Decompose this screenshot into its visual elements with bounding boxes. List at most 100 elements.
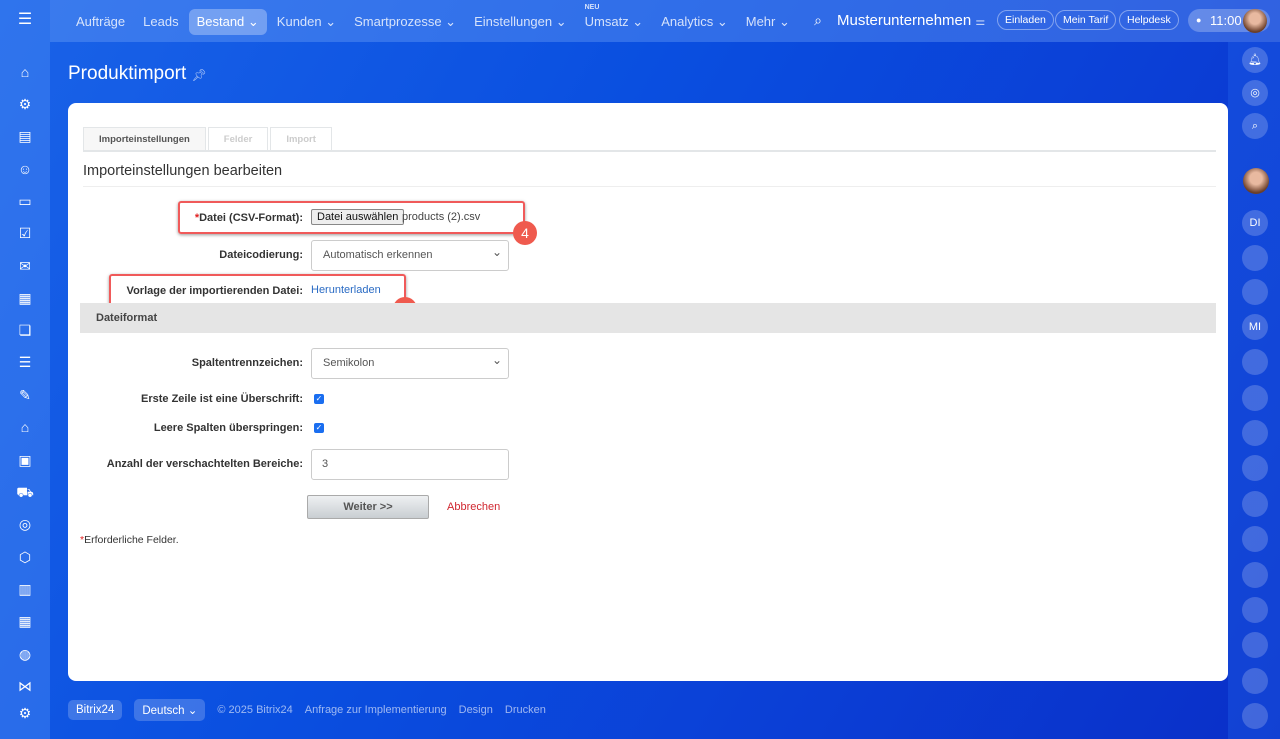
chat-item[interactable] [1242, 526, 1268, 552]
section-title: Importeinstellungen bearbeiten [83, 163, 283, 179]
search-icon[interactable]: ⌕ [806, 8, 830, 32]
bar-chart-icon[interactable]: ▥ [13, 577, 37, 601]
chat-item[interactable] [1242, 385, 1268, 411]
tab-importeinstellungen[interactable]: Importeinstellungen [83, 127, 206, 150]
skip-empty-checkbox[interactable]: ✓ [314, 423, 324, 433]
warehouse-icon[interactable]: ⌂ [13, 415, 37, 439]
encoding-select[interactable]: Automatisch erkennen [311, 238, 509, 271]
contacts-icon[interactable]: ☺ [13, 157, 37, 181]
chat-item[interactable] [1242, 597, 1268, 623]
nav-smartprozesse[interactable]: Smartprozesse ⌄ [346, 9, 464, 35]
contact-card-icon[interactable]: ▣ [13, 448, 37, 472]
menu-icon[interactable]: ☰ [13, 8, 37, 32]
chat-item[interactable] [1242, 632, 1268, 658]
pin-icon[interactable]: 📌︎ [192, 68, 207, 82]
search-chat-icon[interactable]: ⌕ [1242, 113, 1268, 139]
tab-felder[interactable]: Felder [207, 127, 269, 150]
chat-item[interactable] [1242, 279, 1268, 305]
chat-avatar[interactable] [1243, 168, 1269, 194]
tab-import[interactable]: Import [270, 127, 332, 150]
separator-select[interactable]: Semikolon [311, 346, 509, 379]
cart-icon[interactable]: ⛟ [13, 480, 37, 504]
inventory-icon[interactable]: ▭ [13, 189, 37, 213]
import-card: Importeinstellungen Felder Import Import… [68, 103, 1228, 681]
chat-item[interactable] [1242, 491, 1268, 517]
document-icon[interactable]: ▤ [13, 124, 37, 148]
new-badge: NEU [584, 4, 600, 11]
choose-file-button[interactable]: Datei auswählen [311, 209, 405, 225]
cancel-link[interactable]: Abbrechen [447, 501, 500, 513]
nav-leads[interactable]: Leads [135, 9, 186, 35]
chat-item[interactable] [1242, 455, 1268, 481]
implementation-link[interactable]: Anfrage zur Implementierung [305, 704, 447, 716]
next-button[interactable]: Weiter >> [307, 495, 429, 519]
divider [83, 186, 1216, 187]
footer: Bitrix24 Deutsch ⌄ © 2025 Bitrix24 Anfra… [68, 699, 546, 721]
user-avatar[interactable] [1243, 9, 1267, 33]
page-title: Produktimport 📌︎ [68, 63, 207, 85]
filter-icon[interactable]: ☰ [13, 350, 37, 374]
chat-item[interactable] [1242, 703, 1268, 729]
fingerprint-icon[interactable]: ◎ [1242, 80, 1268, 106]
box-icon[interactable]: ⬡ [13, 545, 37, 569]
clock-icon: ● [1196, 15, 1202, 25]
nav-analytics[interactable]: Analytics ⌄ [653, 9, 736, 35]
nav-auftraege[interactable]: Aufträge [68, 9, 133, 35]
settings-sliders-icon: ⚌ [975, 16, 986, 28]
calendar-icon[interactable]: ▦ [13, 286, 37, 310]
tasks-icon[interactable]: ☑ [13, 221, 37, 245]
print-link[interactable]: Drucken [505, 704, 546, 716]
nav-einstellungen[interactable]: Einstellungen ⌄ [466, 9, 575, 35]
company-label: Musterunternehmen [837, 12, 972, 29]
gear-icon[interactable]: ⚙ [13, 701, 37, 725]
bitrix24-button[interactable]: Bitrix24 [68, 700, 123, 720]
nav-mehr[interactable]: Mehr ⌄ [738, 9, 798, 35]
language-select[interactable]: Deutsch ⌄ [134, 699, 206, 721]
nav-umsatz-label: Umsatz ⌄ [584, 14, 644, 29]
step-badge-4: 4 [513, 221, 537, 245]
tariff-button[interactable]: Mein Tarif [1055, 10, 1117, 30]
headset-icon[interactable]: ◍ [13, 642, 37, 666]
template-label: Vorlage der importierenden Datei: [126, 285, 303, 297]
nested-input[interactable]: 3 [311, 449, 509, 480]
nested-label: Anzahl der verschachtelten Bereiche: [106, 458, 303, 470]
tab-bar: Importeinstellungen Felder Import [83, 127, 1216, 152]
company-name[interactable]: Musterunternehmen ⚌ [837, 12, 985, 29]
first-row-checkbox[interactable]: ✓ [314, 394, 324, 404]
chat-item[interactable]: DI [1242, 210, 1268, 236]
chat-item[interactable] [1242, 245, 1268, 271]
mail-icon[interactable]: ✉ [13, 254, 37, 278]
chat-item[interactable] [1242, 420, 1268, 446]
copyright: © 2025 Bitrix24 [217, 704, 293, 716]
helpdesk-button[interactable]: Helpdesk [1119, 10, 1179, 30]
download-template-link[interactable]: Herunterladen [311, 284, 381, 296]
separator-label: Spaltentrennzeichen: [191, 357, 303, 369]
file-name: products (2).csv [402, 211, 481, 223]
chat-icon[interactable]: ❏ [13, 318, 37, 342]
left-sidebar: ☰ ⌂ ⚙ ▤ ☺ ▭ ☑ ✉ ▦ ❏ ☰ ✎ ⌂ ▣ ⛟ ◎ ⬡ ▥ ▦ ◍ ⋈ ⚙ [0, 0, 50, 739]
nav-umsatz[interactable]: NEU Umsatz ⌄ [577, 4, 652, 35]
first-row-label: Erste Zeile ist eine Überschrift: [141, 393, 303, 405]
file-label-text: Datei (CSV-Format): [199, 212, 303, 224]
home-icon[interactable]: ⌂ [13, 60, 37, 84]
file-label: *Datei (CSV-Format): [195, 212, 303, 224]
chat-item[interactable] [1242, 562, 1268, 588]
target-icon[interactable]: ◎ [13, 512, 37, 536]
nav-kunden[interactable]: Kunden ⌄ [269, 9, 344, 35]
chat-item[interactable]: MI [1242, 314, 1268, 340]
design-link[interactable]: Design [459, 704, 493, 716]
signature-icon[interactable]: ✎ [13, 383, 37, 407]
invite-button[interactable]: Einladen [997, 10, 1054, 30]
encoding-label: Dateicodierung: [219, 249, 303, 261]
chat-item[interactable] [1242, 668, 1268, 694]
required-note: *Erforderliche Felder. [80, 534, 179, 546]
calendar-grid-icon[interactable]: ▦ [13, 609, 37, 633]
bell-icon[interactable]: 🔔︎ [1242, 47, 1268, 73]
dots-icon[interactable]: ⋈ [13, 674, 37, 698]
robot-icon[interactable]: ⚙ [13, 92, 37, 116]
required-note-text: Erforderliche Felder. [84, 534, 179, 546]
chat-item[interactable] [1242, 349, 1268, 375]
page-title-text: Produktimport [68, 63, 187, 84]
nav-bestand[interactable]: Bestand ⌄ [188, 9, 267, 35]
skip-empty-label: Leere Spalten überspringen: [153, 422, 303, 434]
